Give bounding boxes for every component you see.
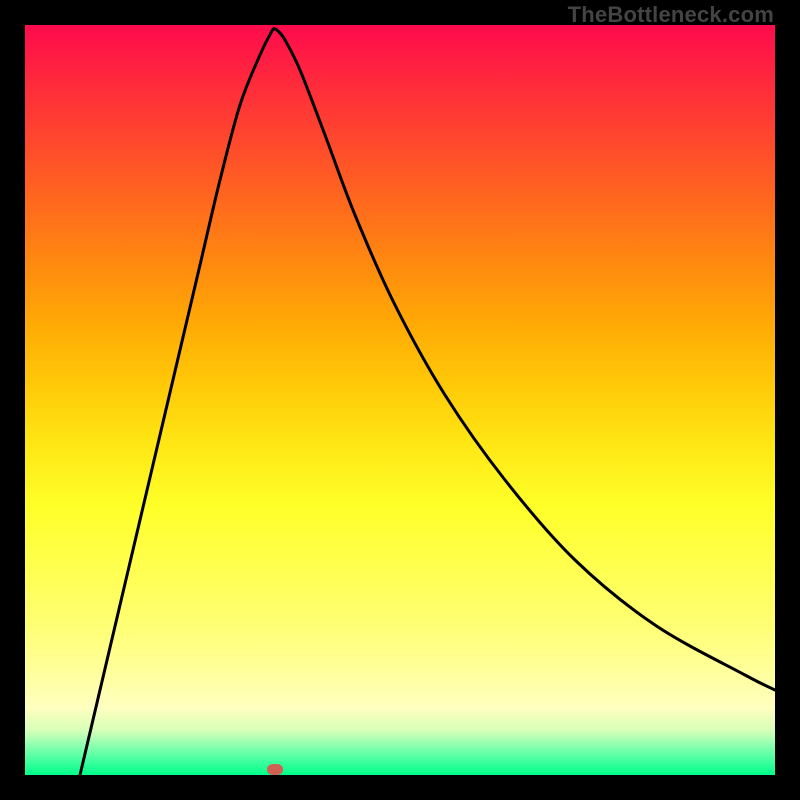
brand-watermark: TheBottleneck.com	[568, 2, 774, 28]
optimum-marker	[267, 764, 283, 775]
frame: TheBottleneck.com	[0, 0, 800, 800]
gradient-plot-area	[25, 25, 775, 775]
